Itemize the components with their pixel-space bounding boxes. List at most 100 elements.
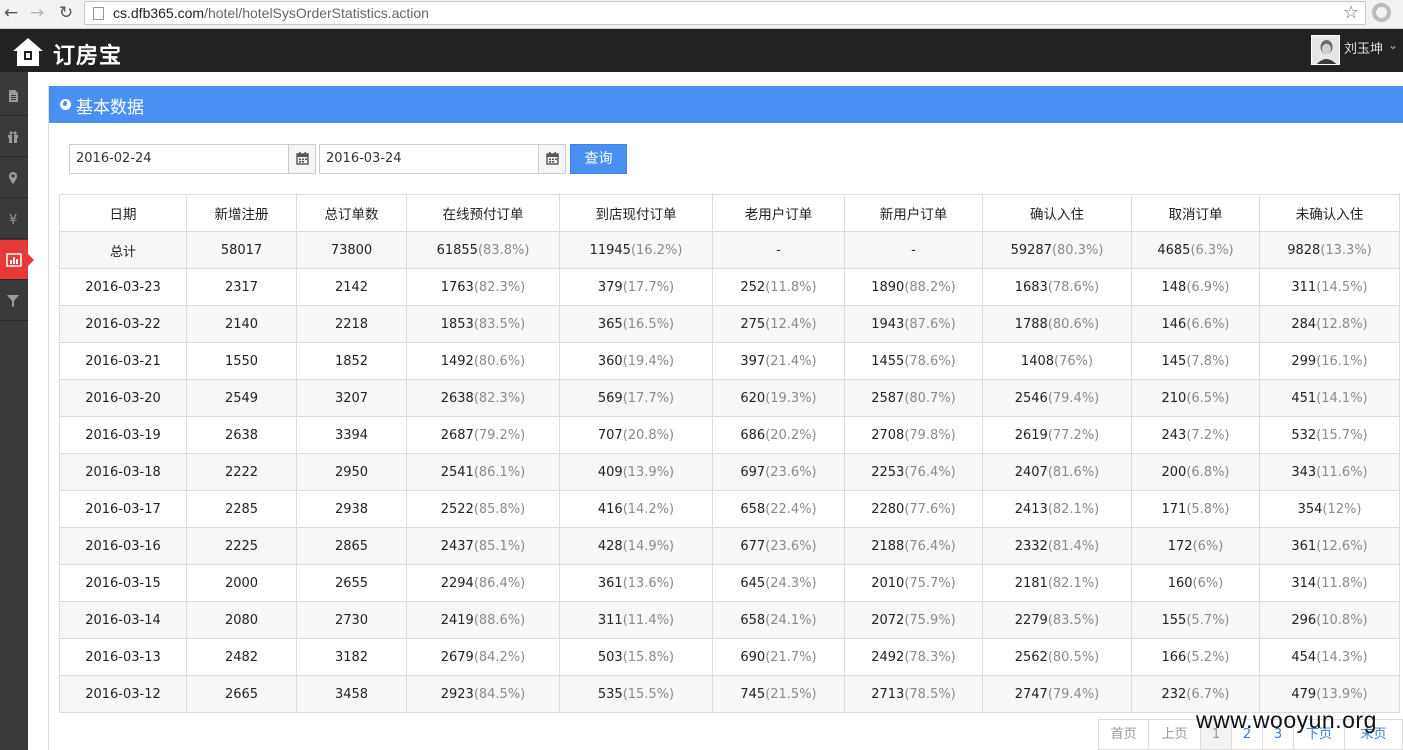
- calendar-icon[interactable]: [538, 145, 565, 173]
- cell-value: 2188: [871, 538, 905, 554]
- cell-percentage: (13.9%): [622, 464, 675, 480]
- table-cell: 2413(82.1%): [982, 490, 1132, 528]
- cell-percentage: (5.7%): [1186, 612, 1230, 628]
- cell-value: 3207: [334, 390, 369, 406]
- cell-value: 3182: [334, 649, 369, 665]
- column-header: 未确认入住: [1259, 194, 1400, 232]
- app-logo-text[interactable]: 订房宝: [53, 38, 122, 70]
- cell-value: 11945: [589, 242, 631, 258]
- cell-percentage: (21.7%): [765, 649, 817, 665]
- cell-value: 1943: [871, 316, 905, 332]
- first-page-button[interactable]: 首页: [1098, 719, 1149, 750]
- back-arrow-icon[interactable]: ←: [0, 2, 22, 24]
- url-text[interactable]: cs.dfb365.com/hotel/hotelSysOrderStatist…: [113, 5, 429, 21]
- cell-value: 2638: [440, 390, 474, 406]
- start-date-field[interactable]: 2016-02-24: [69, 144, 316, 174]
- column-header: 新用户订单: [844, 194, 983, 232]
- cell-value: 2140: [224, 316, 259, 332]
- table-row: 2016-03-23 2317 2142 1763(82.3%) 379(17.7%) 2…: [59, 268, 1400, 306]
- column-header: 到店现付订单: [559, 194, 713, 232]
- cell-value: 4685: [1157, 242, 1191, 258]
- prev-page-button[interactable]: 上页: [1148, 719, 1201, 750]
- start-date-value[interactable]: 2016-02-24: [76, 151, 152, 166]
- table-cell: 3394: [296, 416, 407, 454]
- cell-value: 686: [740, 427, 766, 443]
- cell-value: 2279: [1014, 612, 1048, 628]
- table-cell: 2708(79.8%): [844, 416, 983, 454]
- table-cell: 2016-03-23: [59, 268, 187, 306]
- sidebar-item-documents[interactable]: [0, 76, 28, 116]
- query-button[interactable]: 查询: [570, 144, 627, 174]
- table-cell: 160(6%): [1131, 564, 1260, 602]
- avatar[interactable]: [1311, 35, 1340, 65]
- cell-value: 73800: [330, 242, 373, 258]
- cell-value: 2730: [334, 612, 369, 628]
- cell-value: 59287: [1010, 242, 1052, 258]
- table-cell: 210(6.5%): [1131, 379, 1260, 417]
- cell-percentage: (6.7%): [1186, 686, 1230, 702]
- table-cell: 2317: [186, 268, 297, 306]
- table-cell: 1455(78.6%): [844, 342, 983, 380]
- table-cell: 1852: [296, 342, 407, 380]
- cell-value: 2708: [871, 427, 905, 443]
- table-cell: 2016-03-20: [59, 379, 187, 417]
- cell-value: 2080: [224, 612, 259, 628]
- cell-value: 416: [597, 501, 623, 517]
- cell-percentage: (79.4%): [1047, 686, 1100, 702]
- table-cell: 2950: [296, 453, 407, 491]
- sidebar-item-finance[interactable]: ¥: [0, 199, 28, 239]
- reload-icon[interactable]: ↻: [55, 2, 77, 24]
- cell-value: 2000: [224, 575, 259, 591]
- sidebar-item-location[interactable]: [0, 158, 28, 198]
- table-cell: 3207: [296, 379, 407, 417]
- cell-percentage: (80.6%): [1047, 316, 1100, 332]
- cell-value: 1455: [871, 353, 905, 369]
- chevron-down-icon[interactable]: ⌄: [1388, 38, 1398, 52]
- extension-icon[interactable]: [1372, 3, 1391, 22]
- url-host: cs.dfb365.com: [113, 5, 205, 21]
- table-cell: 2225: [186, 527, 297, 565]
- address-bar[interactable]: cs.dfb365.com/hotel/hotelSysOrderStatist…: [84, 1, 1366, 25]
- table-cell: 428(14.9%): [559, 527, 713, 565]
- home-logo-icon[interactable]: [12, 37, 44, 67]
- table-cell: 2142: [296, 268, 407, 306]
- table-cell: 2294(86.4%): [406, 564, 560, 602]
- table-row: 2016-03-17 2285 2938 2522(85.8%) 416(14.2%) 6…: [59, 490, 1400, 528]
- cell-value: 658: [740, 501, 766, 517]
- table-cell: 745(21.5%): [712, 675, 845, 713]
- user-name[interactable]: 刘玉坤: [1344, 38, 1383, 57]
- table-cell: 2016-03-13: [59, 638, 187, 676]
- end-date-value[interactable]: 2016-03-24: [326, 151, 402, 166]
- table-cell: 311(14.5%): [1259, 268, 1400, 306]
- cell-percentage: (6.9%): [1186, 279, 1230, 295]
- table-cell: 2923(84.5%): [406, 675, 560, 713]
- statistics-table: 日期 新增注册 总订单数 在线预付订单 到店现付订单 老用户订单 新用户订单 确…: [59, 194, 1400, 713]
- table-cell: 314(11.8%): [1259, 564, 1400, 602]
- cell-percentage: (19.3%): [765, 390, 817, 406]
- column-header: 新增注册: [186, 194, 297, 232]
- cell-percentage: (16.1%): [1316, 353, 1368, 369]
- cell-percentage: (23.6%): [765, 538, 817, 554]
- cell-percentage: (11.4%): [622, 612, 675, 628]
- end-date-field[interactable]: 2016-03-24: [319, 144, 566, 174]
- bookmark-star-icon[interactable]: ☆: [1343, 2, 1359, 24]
- sidebar-item-filter[interactable]: [0, 281, 28, 321]
- sidebar-item-statistics[interactable]: [0, 240, 34, 280]
- table-cell: 9828(13.3%): [1259, 231, 1400, 269]
- cell-value: 690: [740, 649, 766, 665]
- calendar-icon[interactable]: [288, 145, 315, 173]
- table-cell: 299(16.1%): [1259, 342, 1400, 380]
- table-cell: 2285: [186, 490, 297, 528]
- cell-value: 2562: [1014, 649, 1048, 665]
- cell-value: 3394: [334, 427, 369, 443]
- cell-value: 1853: [440, 316, 474, 332]
- forward-arrow-icon[interactable]: →: [26, 2, 48, 24]
- cell-value: 2541: [440, 464, 474, 480]
- cell-percentage: (14.5%): [1316, 279, 1368, 295]
- cell-value: 1890: [871, 279, 905, 295]
- sidebar-item-gifts[interactable]: [0, 117, 28, 157]
- cell-value: 311: [1291, 279, 1317, 295]
- table-cell: 2638(82.3%): [406, 379, 560, 417]
- cell-value: 343: [1291, 464, 1317, 480]
- cell-value: 2713: [871, 686, 905, 702]
